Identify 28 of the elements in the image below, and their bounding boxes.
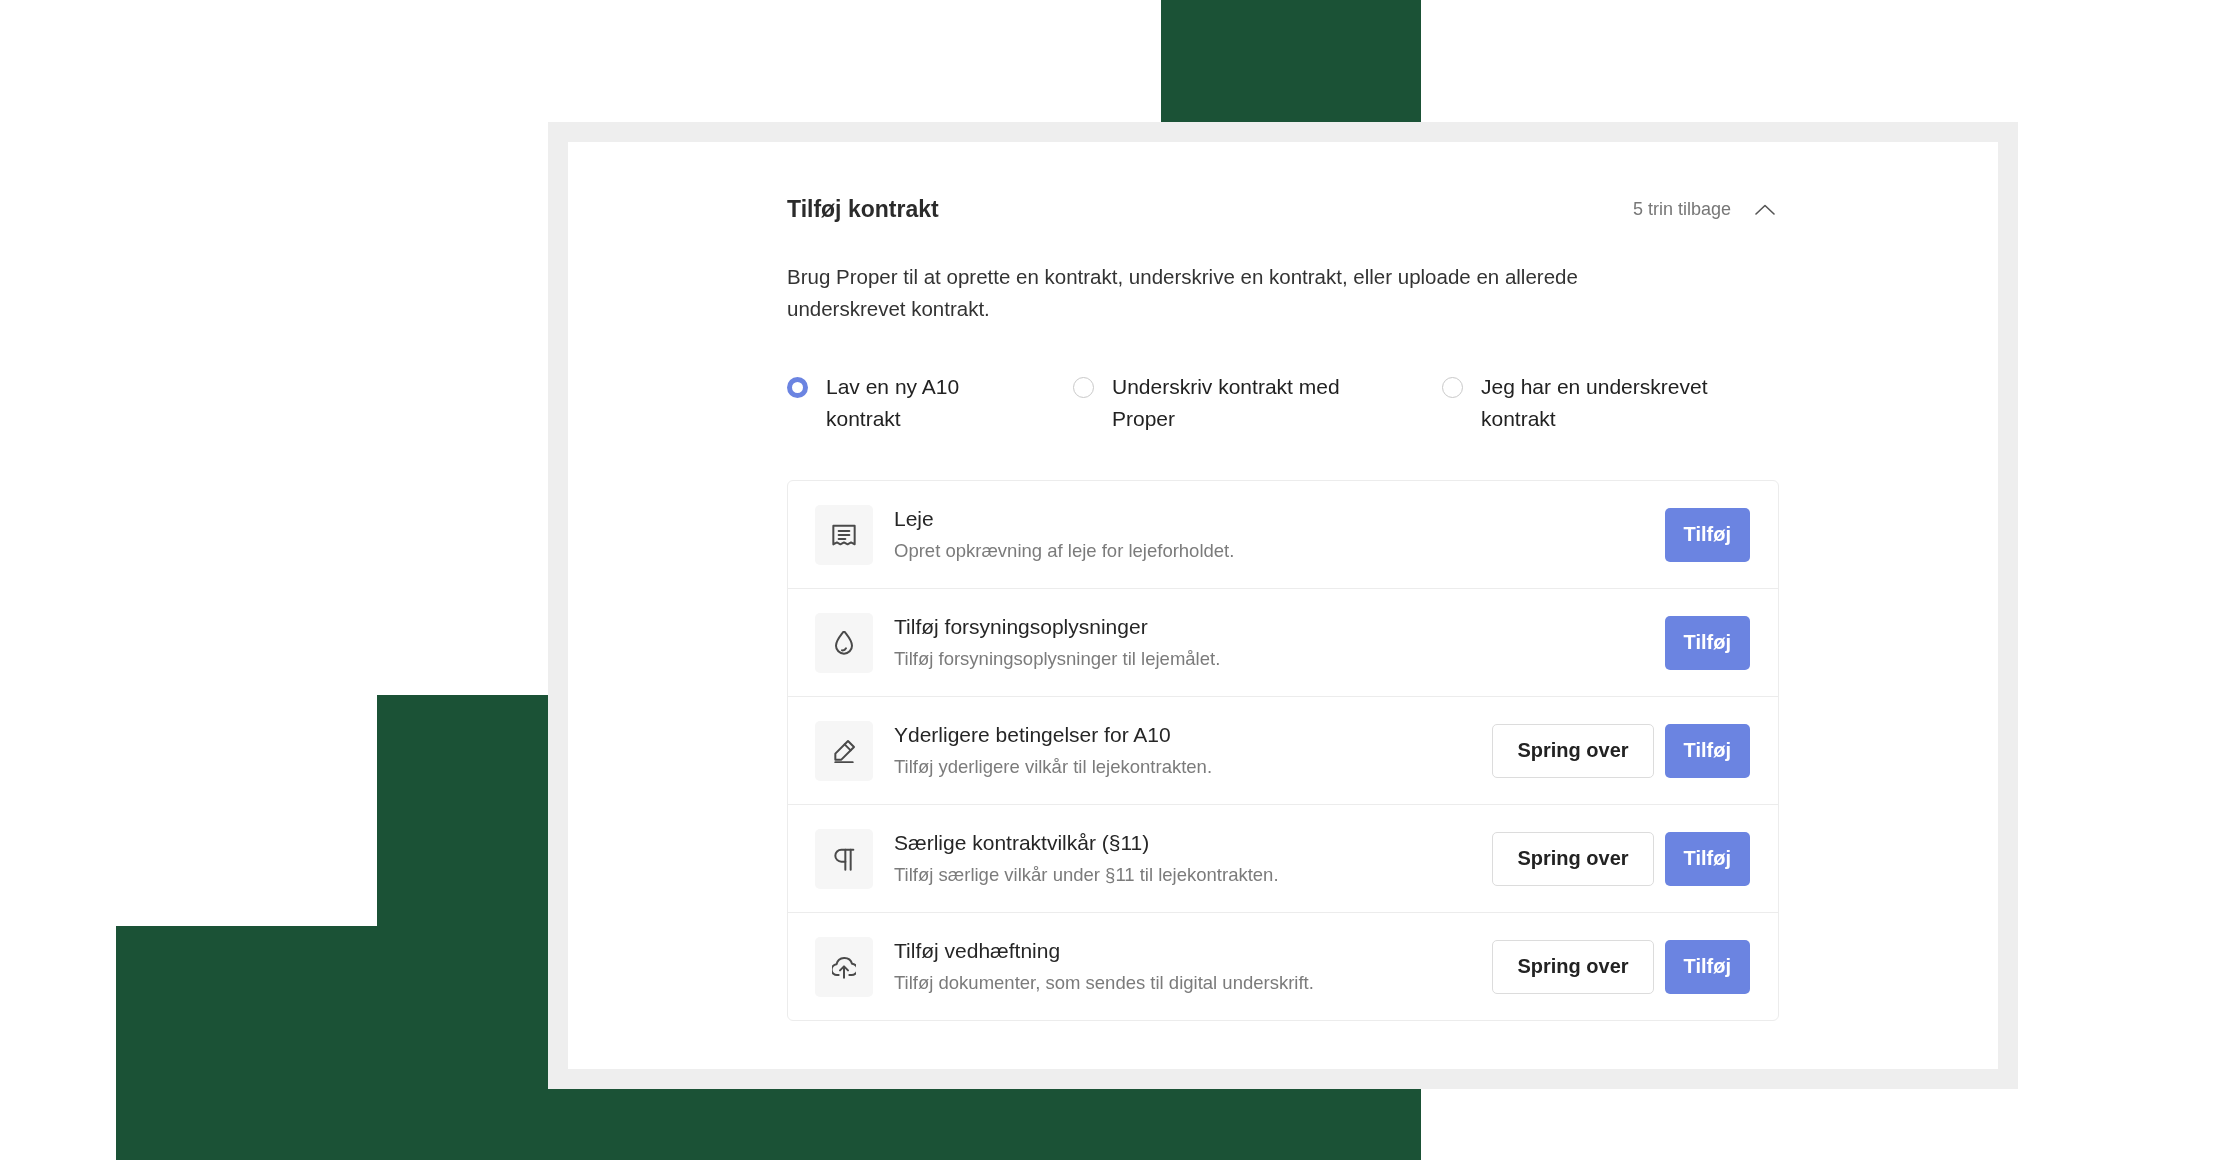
drop-icon xyxy=(815,612,873,673)
pencil-icon xyxy=(815,720,873,781)
skip-button[interactable]: Spring over xyxy=(1492,723,1654,778)
radio-button[interactable] xyxy=(787,376,808,398)
section-title: Tilføj kontrakt xyxy=(787,195,940,223)
skip-button[interactable]: Spring over xyxy=(1492,939,1654,994)
task-title: Tilføj forsyningsoplysninger xyxy=(894,614,1148,640)
radio-button[interactable] xyxy=(1073,376,1094,398)
description-text: Brug Proper til at oprette en kontrakt, underskrive en kontrakt, eller uploade en allerede underskrevet kontrakt. xyxy=(787,264,1579,322)
radio-label[interactable]: Underskriv kontrakt med Proper xyxy=(1112,371,1397,435)
task-title: Yderligere betingelser for A10 xyxy=(894,722,1171,748)
task-title: Leje xyxy=(894,506,934,532)
radio-button[interactable] xyxy=(1442,376,1463,398)
receipt-icon xyxy=(815,504,873,565)
skip-button[interactable]: Spring over xyxy=(1492,831,1654,886)
pilcrow-icon xyxy=(815,828,873,889)
task-description: Tilføj særlige vilkår under §11 til lejekontrakten. xyxy=(894,863,1279,887)
task-description: Opret opkrævning af leje for lejeforholdet. xyxy=(894,539,1235,563)
step-counter: 5 trin tilbage xyxy=(1632,198,1731,220)
radio-label[interactable]: Jeg har en underskrevet kontrakt xyxy=(1481,371,1779,435)
task-title: Tilføj vedhæftning xyxy=(894,938,1061,964)
cloud-upload-icon xyxy=(815,936,873,997)
chevron-up-icon[interactable] xyxy=(1755,203,1775,215)
task-description: Tilføj forsyningsoplysninger til lejemålet. xyxy=(894,647,1221,671)
task-title: Særlige kontraktvilkår (§11) xyxy=(894,830,1150,856)
radio-label[interactable]: Lav en ny A10 kontrakt xyxy=(826,371,1016,435)
task-description: Tilføj yderligere vilkår til lejekontrakten. xyxy=(894,755,1213,779)
task-description: Tilføj dokumenter, som sendes til digital underskrift. xyxy=(894,971,1314,995)
